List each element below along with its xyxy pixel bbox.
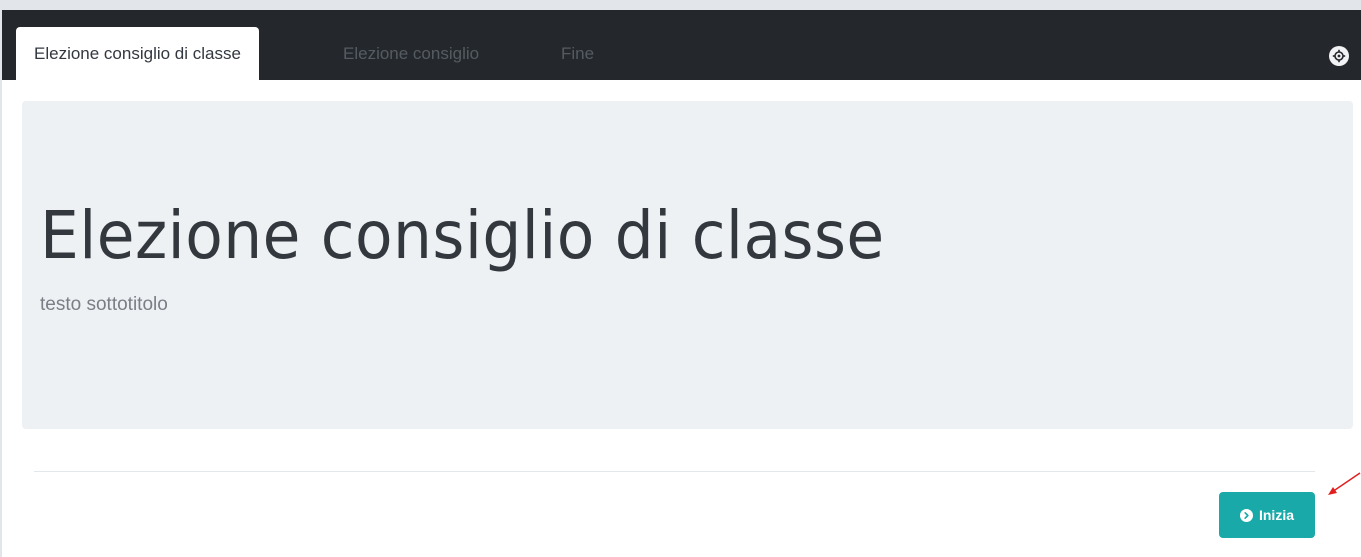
chevron-circle-right-icon [1239, 508, 1253, 522]
jumbotron: Elezione consiglio di classe testo sotto… [22, 101, 1353, 429]
start-button-label: Inizia [1258, 507, 1294, 523]
top-nav-bar: Elezione consiglio di classe Elezione co… [2, 10, 1361, 80]
page-title: Elezione consiglio di classe [40, 197, 885, 274]
page-subtitle: testo sottotitolo [40, 294, 168, 315]
settings-glyph-icon [1332, 49, 1346, 63]
tab-fine[interactable]: Fine [543, 27, 612, 80]
tab-elezione-consiglio[interactable]: Elezione consiglio [325, 27, 497, 80]
settings-icon[interactable] [1329, 46, 1349, 66]
divider [34, 471, 1315, 472]
start-button[interactable]: Inizia [1219, 492, 1315, 538]
tab-elezione-consiglio-di-classe[interactable]: Elezione consiglio di classe [16, 27, 259, 80]
